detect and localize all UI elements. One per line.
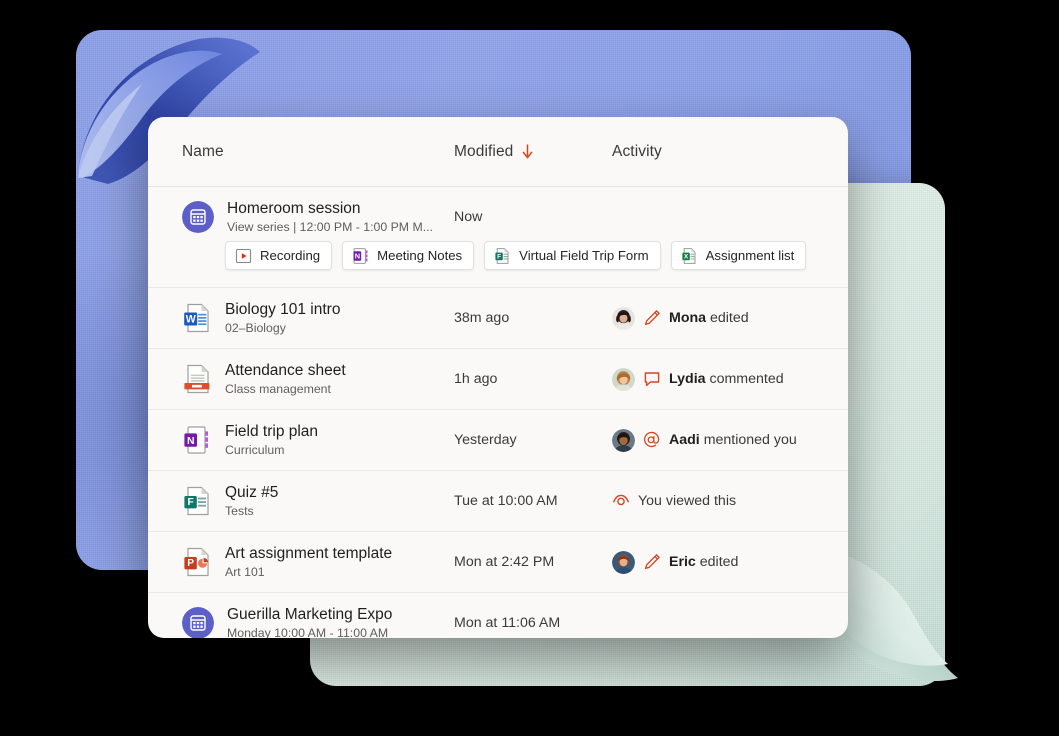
word-file-icon: W <box>184 303 209 333</box>
excel-file-icon: X <box>682 247 696 264</box>
attachment-chip-recording[interactable]: Recording <box>225 241 333 270</box>
attachment-chip-label: Assignment list <box>705 248 795 263</box>
attachment-chip-label: Meeting Notes <box>377 248 463 263</box>
comment-bubble-icon <box>644 372 660 387</box>
row-modified: Now <box>454 209 483 225</box>
row-activity-verb: edited <box>706 310 749 326</box>
row-activity-text: Eric edited <box>669 554 738 570</box>
row-name-cell: Guerilla Marketing Expo Monday 10:00 AM … <box>182 605 454 638</box>
column-header-name[interactable]: Name <box>182 143 454 161</box>
list-header-row: Name Modified Activity <box>148 117 848 187</box>
row-name-cell: Attendance sheet Class management <box>182 361 454 397</box>
stream-recording-icon <box>235 248 252 263</box>
column-header-activity-label: Activity <box>612 142 662 160</box>
onenote-file-icon: N <box>184 426 208 454</box>
attachment-chip-excel[interactable]: X Assignment list <box>670 241 807 270</box>
at-mention-icon <box>643 431 660 448</box>
svg-text:N: N <box>187 436 195 447</box>
svg-text:F: F <box>187 497 193 508</box>
forms-quiz-icon: F <box>184 486 209 516</box>
attachment-chip-meeting-notes[interactable]: N Meeting Notes <box>342 241 475 270</box>
row-activity: Aadi mentioned you <box>612 428 814 452</box>
row-subtitle: Class management <box>225 382 331 396</box>
eye-viewed-icon <box>613 494 629 506</box>
row-activity-person: Mona <box>669 310 707 326</box>
svg-text:W: W <box>186 313 196 325</box>
pencil-edit-icon <box>644 554 660 570</box>
attachment-chip-row: Recording N Meeting Notes F Virtual Fiel… <box>182 241 814 287</box>
powerpoint-file-icon: P <box>184 547 209 577</box>
row-activity-verb: commented <box>705 371 784 387</box>
row-title: Attendance sheet <box>225 362 346 379</box>
row-modified: Mon at 2:42 PM <box>454 554 555 570</box>
column-header-name-label: Name <box>182 142 224 160</box>
attendance-sheet-icon <box>184 364 210 394</box>
row-title: Guerilla Marketing Expo <box>227 606 393 623</box>
row-subtitle: Tests <box>225 504 254 518</box>
row-subtitle: Curriculum <box>225 443 285 457</box>
row-activity-text: Aadi mentioned you <box>669 432 797 448</box>
row-activity-verb: mentioned you <box>699 432 797 448</box>
table-row[interactable]: Homeroom session View series | 12:00 PM … <box>148 187 848 288</box>
row-name-cell: F Quiz #5 Tests <box>182 483 454 519</box>
table-row[interactable]: F Quiz #5 Tests Tue at 10:00 AM You view… <box>148 471 848 532</box>
row-modified: 38m ago <box>454 310 510 326</box>
column-header-activity[interactable]: Activity <box>612 143 814 161</box>
row-subtitle: Monday 10:00 AM - 11:00 AM <box>227 626 389 638</box>
forms-file-icon: F <box>495 247 509 264</box>
screenshot-stage: Name Modified Activity Homeroom session … <box>0 0 1059 736</box>
meeting-calendar-icon <box>182 201 214 233</box>
svg-text:P: P <box>187 558 194 569</box>
row-title: Quiz #5 <box>225 484 279 501</box>
lydia-avatar <box>612 367 635 391</box>
row-activity: You viewed this <box>612 492 814 510</box>
row-activity-text: Lydia commented <box>669 371 784 387</box>
svg-text:X: X <box>684 253 689 260</box>
row-modified: Yesterday <box>454 432 517 448</box>
row-activity-person: Eric <box>669 554 696 570</box>
row-modified: Mon at 11:06 AM <box>454 615 561 631</box>
row-subtitle: 02–Biology <box>225 321 286 335</box>
row-modified: 1h ago <box>454 371 498 387</box>
row-subtitle: Art 101 <box>225 565 265 579</box>
eric-avatar <box>612 550 635 574</box>
table-row[interactable]: W Biology 101 intro 02–Biology 38m ago M… <box>148 288 848 349</box>
column-header-modified[interactable]: Modified <box>454 143 612 161</box>
table-row[interactable]: Attendance sheet Class management 1h ago <box>148 349 848 410</box>
attachment-chip-label: Recording <box>260 248 321 263</box>
row-title: Homeroom session <box>227 200 361 217</box>
row-activity-person: Aadi <box>669 432 700 448</box>
arrow-down-icon <box>523 144 533 159</box>
row-name-cell: W Biology 101 intro 02–Biology <box>182 300 454 336</box>
row-activity-text: Mona edited <box>669 310 749 326</box>
row-activity: Eric edited <box>612 550 814 574</box>
meeting-calendar-icon <box>182 607 214 638</box>
row-activity: Mona edited <box>612 306 814 330</box>
row-title: Art assignment template <box>225 545 393 562</box>
aadi-avatar <box>612 428 635 452</box>
files-list-card: Name Modified Activity Homeroom session … <box>148 117 848 638</box>
attachment-chip-label: Virtual Field Trip Form <box>519 248 649 263</box>
onenote-icon: N <box>353 247 368 264</box>
row-activity-verb: edited <box>695 554 739 570</box>
svg-text:N: N <box>355 251 360 260</box>
row-title: Biology 101 intro <box>225 301 341 318</box>
row-activity-text: You viewed this <box>638 493 737 509</box>
table-row[interactable]: P Art assignment template Art 101 Mon at… <box>148 532 848 593</box>
table-row[interactable]: N Field trip plan Curriculum Yesterday A… <box>148 410 848 471</box>
attachment-chip-forms[interactable]: F Virtual Field Trip Form <box>484 241 661 270</box>
row-title: Field trip plan <box>225 423 319 440</box>
row-subtitle: View series | 12:00 PM - 1:00 PM M... <box>227 220 433 234</box>
mona-avatar <box>612 306 635 330</box>
pencil-edit-icon <box>644 310 660 326</box>
row-name-cell: Homeroom session View series | 12:00 PM … <box>182 199 454 235</box>
row-name-cell: P Art assignment template Art 101 <box>182 544 454 580</box>
table-row[interactable]: Guerilla Marketing Expo Monday 10:00 AM … <box>148 593 848 638</box>
column-header-modified-label: Modified <box>454 142 514 160</box>
row-modified: Tue at 10:00 AM <box>454 493 558 509</box>
row-activity-person: Lydia <box>669 371 706 387</box>
svg-text:F: F <box>497 253 501 260</box>
row-activity: Lydia commented <box>612 367 814 391</box>
row-name-cell: N Field trip plan Curriculum <box>182 422 454 458</box>
